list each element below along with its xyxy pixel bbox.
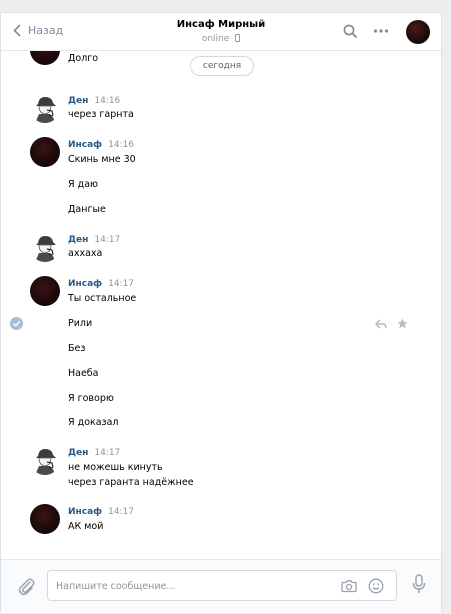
message-input-box[interactable] bbox=[47, 570, 397, 601]
paperclip-icon[interactable] bbox=[17, 576, 35, 596]
mobile-phone-icon bbox=[235, 34, 241, 42]
check-circle-icon[interactable] bbox=[10, 317, 23, 330]
message-time[interactable]: 14:17 bbox=[108, 279, 134, 289]
smile-icon[interactable] bbox=[368, 578, 384, 594]
message-author[interactable]: Ден bbox=[68, 96, 88, 106]
chat-header: Назад Инсаф Мирный online bbox=[1, 13, 441, 51]
message-text: Я даю bbox=[68, 179, 99, 190]
message-time[interactable]: 14:17 bbox=[108, 507, 134, 517]
avatar-insaf[interactable] bbox=[30, 504, 60, 534]
message-text: АК мой bbox=[68, 521, 104, 532]
date-separator: сегодня bbox=[190, 56, 254, 76]
avatar-insaf[interactable] bbox=[30, 137, 60, 167]
message-text: Я доказал bbox=[68, 417, 119, 428]
camera-icon[interactable] bbox=[341, 579, 357, 593]
message-text: через гарнта bbox=[68, 109, 134, 120]
avatar-den[interactable] bbox=[30, 232, 60, 262]
avatar-insaf[interactable] bbox=[30, 276, 60, 306]
message-author[interactable]: Инсаф bbox=[68, 507, 102, 517]
message-text: не можешь кинуть bbox=[68, 462, 163, 473]
message-author[interactable]: Инсаф bbox=[68, 140, 102, 150]
message-input[interactable] bbox=[56, 577, 326, 595]
message-time[interactable]: 14:17 bbox=[94, 448, 120, 458]
star-icon[interactable] bbox=[397, 318, 408, 329]
message-text: аххаха bbox=[68, 248, 103, 259]
message-text: Скинь мне 30 bbox=[68, 154, 136, 165]
message-text: Дангые bbox=[68, 204, 106, 215]
microphone-icon[interactable] bbox=[412, 574, 426, 594]
message-text: Долго bbox=[68, 53, 99, 64]
chat-window: Назад Инсаф Мирный online Долго сегодня bbox=[0, 12, 442, 613]
message-text: Ты остальное bbox=[68, 293, 137, 304]
message-header: Ден 14:17 bbox=[68, 448, 120, 458]
message-header: Ден 14:16 bbox=[68, 96, 120, 106]
reply-icon[interactable] bbox=[375, 319, 387, 329]
message-list: Долго сегодня Ден 14:16 через гарнта Инса… bbox=[1, 51, 441, 559]
message-text: через гаранта надёжнее bbox=[68, 477, 194, 488]
message-text: Без bbox=[68, 343, 86, 354]
message-composer bbox=[1, 559, 441, 613]
avatar-den[interactable] bbox=[30, 445, 60, 475]
search-icon[interactable] bbox=[343, 24, 357, 38]
message-text: Я говорю bbox=[68, 393, 114, 404]
more-dots-icon[interactable] bbox=[373, 24, 389, 38]
message-header: Инсаф 14:17 bbox=[68, 279, 134, 289]
message-time[interactable]: 14:17 bbox=[94, 235, 120, 245]
message-author[interactable]: Ден bbox=[68, 448, 88, 458]
message-text: Наеба bbox=[68, 368, 99, 379]
header-avatar[interactable] bbox=[406, 20, 430, 44]
message-author[interactable]: Инсаф bbox=[68, 279, 102, 289]
message-text: Рили bbox=[68, 318, 93, 329]
avatar-insaf[interactable] bbox=[30, 51, 60, 65]
message-time[interactable]: 14:16 bbox=[94, 96, 120, 106]
message-header: Инсаф 14:17 bbox=[68, 507, 134, 517]
message-header: Инсаф 14:16 bbox=[68, 140, 134, 150]
message-header: Ден 14:17 bbox=[68, 235, 120, 245]
avatar-den[interactable] bbox=[30, 93, 60, 123]
message-author[interactable]: Ден bbox=[68, 235, 88, 245]
message-time[interactable]: 14:16 bbox=[108, 140, 134, 150]
online-status-text: online bbox=[201, 34, 230, 44]
